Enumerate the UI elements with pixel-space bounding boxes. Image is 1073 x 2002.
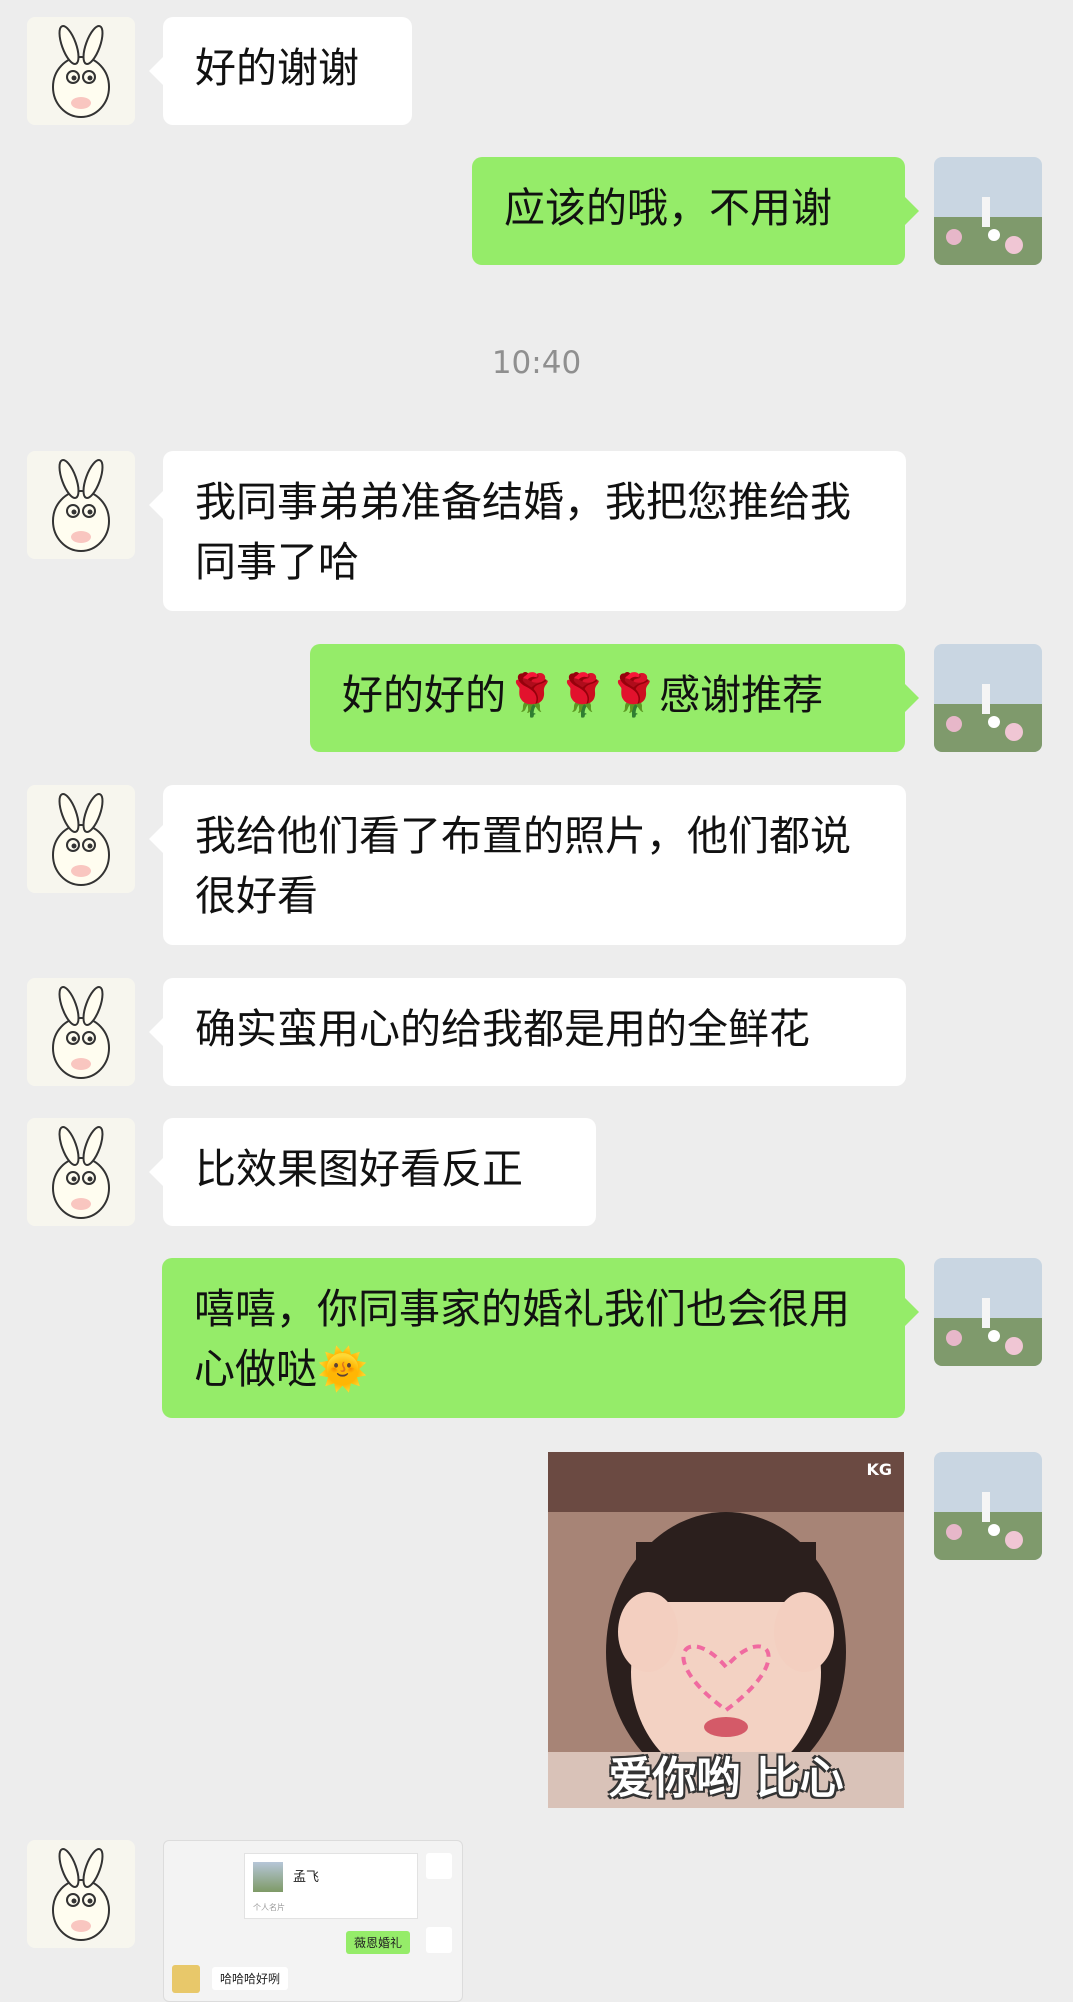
preview-avatar: [172, 1965, 200, 1993]
contact-avatar[interactable]: [27, 1840, 135, 1948]
card-name: 孟飞: [293, 1870, 320, 1885]
message-bubble[interactable]: 我同事弟弟准备结婚，我把您推给我同事了哈: [149, 451, 906, 611]
message-bubble[interactable]: 应该的哦，不用谢: [472, 157, 919, 265]
contact-card-preview: 孟飞 个人名片: [244, 1853, 418, 1919]
my-avatar[interactable]: [934, 1452, 1042, 1560]
sticker-image[interactable]: KG 爱你哟 比心: [548, 1452, 904, 1808]
preview-avatar: [426, 1927, 452, 1953]
preview-received-message: 哈哈哈好咧: [212, 1967, 289, 1990]
message-bubble[interactable]: 嘻嘻，你同事家的婚礼我们也会很用心做哒🌞: [162, 1258, 919, 1418]
message-bubble[interactable]: 确实蛮用心的给我都是用的全鲜花: [149, 978, 906, 1086]
contact-avatar[interactable]: [27, 785, 135, 893]
my-avatar[interactable]: [934, 157, 1042, 265]
preview-sent-message: 薇恩婚礼: [346, 1931, 411, 1954]
my-avatar[interactable]: [934, 644, 1042, 752]
sticker-caption: 爱你哟 比心: [608, 1753, 844, 1804]
my-avatar[interactable]: [934, 1258, 1042, 1366]
preview-avatar: [426, 1853, 452, 1879]
sticker-watermark: KG: [866, 1460, 892, 1479]
contact-avatar[interactable]: [27, 1118, 135, 1226]
contact-avatar[interactable]: [27, 451, 135, 559]
screenshot-image[interactable]: 孟飞 个人名片 薇恩婚礼 哈哈哈好咧: [163, 1840, 463, 2002]
timestamp: 10:40: [491, 345, 582, 381]
message-bubble[interactable]: 好的谢谢: [149, 17, 412, 125]
message-bubble[interactable]: 我给他们看了布置的照片，他们都说很好看: [149, 785, 906, 945]
message-bubble[interactable]: 比效果图好看反正: [149, 1118, 596, 1226]
card-type: 个人名片: [253, 1903, 285, 1912]
message-bubble[interactable]: 好的好的🌹🌹🌹感谢推荐: [310, 644, 919, 752]
card-thumbnail: [253, 1862, 283, 1892]
contact-avatar[interactable]: [27, 17, 135, 125]
contact-avatar[interactable]: [27, 978, 135, 1086]
